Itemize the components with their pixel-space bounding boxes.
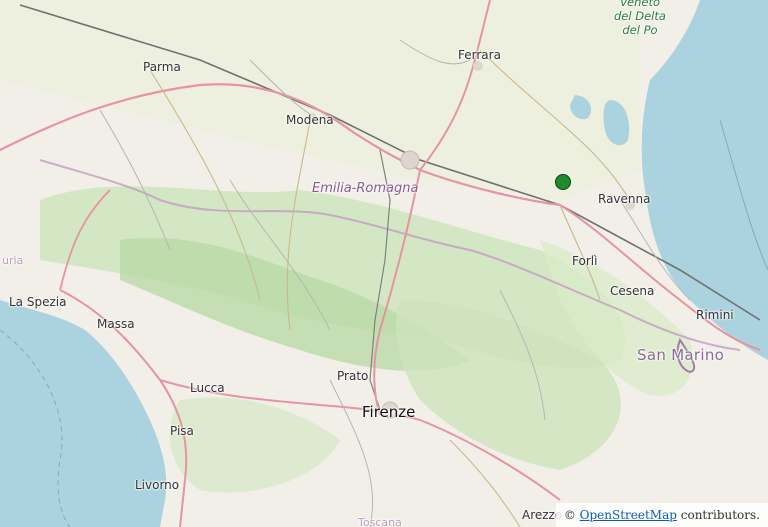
map-label-san-marino: San Marino bbox=[637, 346, 725, 364]
attribution-suffix: contributors. bbox=[680, 508, 760, 522]
map-label-prato: Prato bbox=[337, 369, 369, 383]
map-label-livorno: Livorno bbox=[135, 478, 180, 492]
map-label-massa: Massa bbox=[97, 317, 135, 331]
map-label-lucca: Lucca bbox=[190, 381, 225, 395]
map-label-forli: Forlì bbox=[572, 254, 598, 268]
map-base bbox=[0, 0, 768, 527]
park-line-2: del Delta bbox=[614, 9, 666, 23]
map-label-firenze: Firenze bbox=[362, 403, 416, 421]
map-label-delta-park: Veneto del Delta del Po bbox=[614, 0, 666, 37]
openstreetmap-link[interactable]: OpenStreetMap bbox=[580, 508, 677, 522]
park-line-1: Veneto bbox=[619, 0, 661, 9]
map-label-ferrara: Ferrara bbox=[458, 48, 501, 62]
map-label-parma: Parma bbox=[143, 60, 181, 74]
map-label-ravenna: Ravenna bbox=[598, 192, 651, 206]
map-label-toscana: Toscana bbox=[358, 516, 402, 527]
map-label-cesena: Cesena bbox=[610, 284, 655, 298]
park-line-3: del Po bbox=[622, 23, 658, 37]
map-label-liguria: uria bbox=[2, 254, 24, 267]
location-marker[interactable] bbox=[555, 174, 571, 190]
map-view[interactable]: Parma Modena Ferrara Ravenna Forlì Cesen… bbox=[0, 0, 768, 527]
map-label-la-spezia: La Spezia bbox=[9, 295, 67, 309]
map-label-emilia-romagna: Emilia-Romagna bbox=[312, 181, 419, 196]
map-label-pisa: Pisa bbox=[170, 424, 194, 438]
map-label-modena: Modena bbox=[286, 113, 334, 127]
map-attribution: © OpenStreetMap contributors. bbox=[555, 503, 768, 527]
copyright-symbol: © bbox=[563, 508, 576, 522]
map-label-rimini: Rimini bbox=[696, 308, 734, 322]
